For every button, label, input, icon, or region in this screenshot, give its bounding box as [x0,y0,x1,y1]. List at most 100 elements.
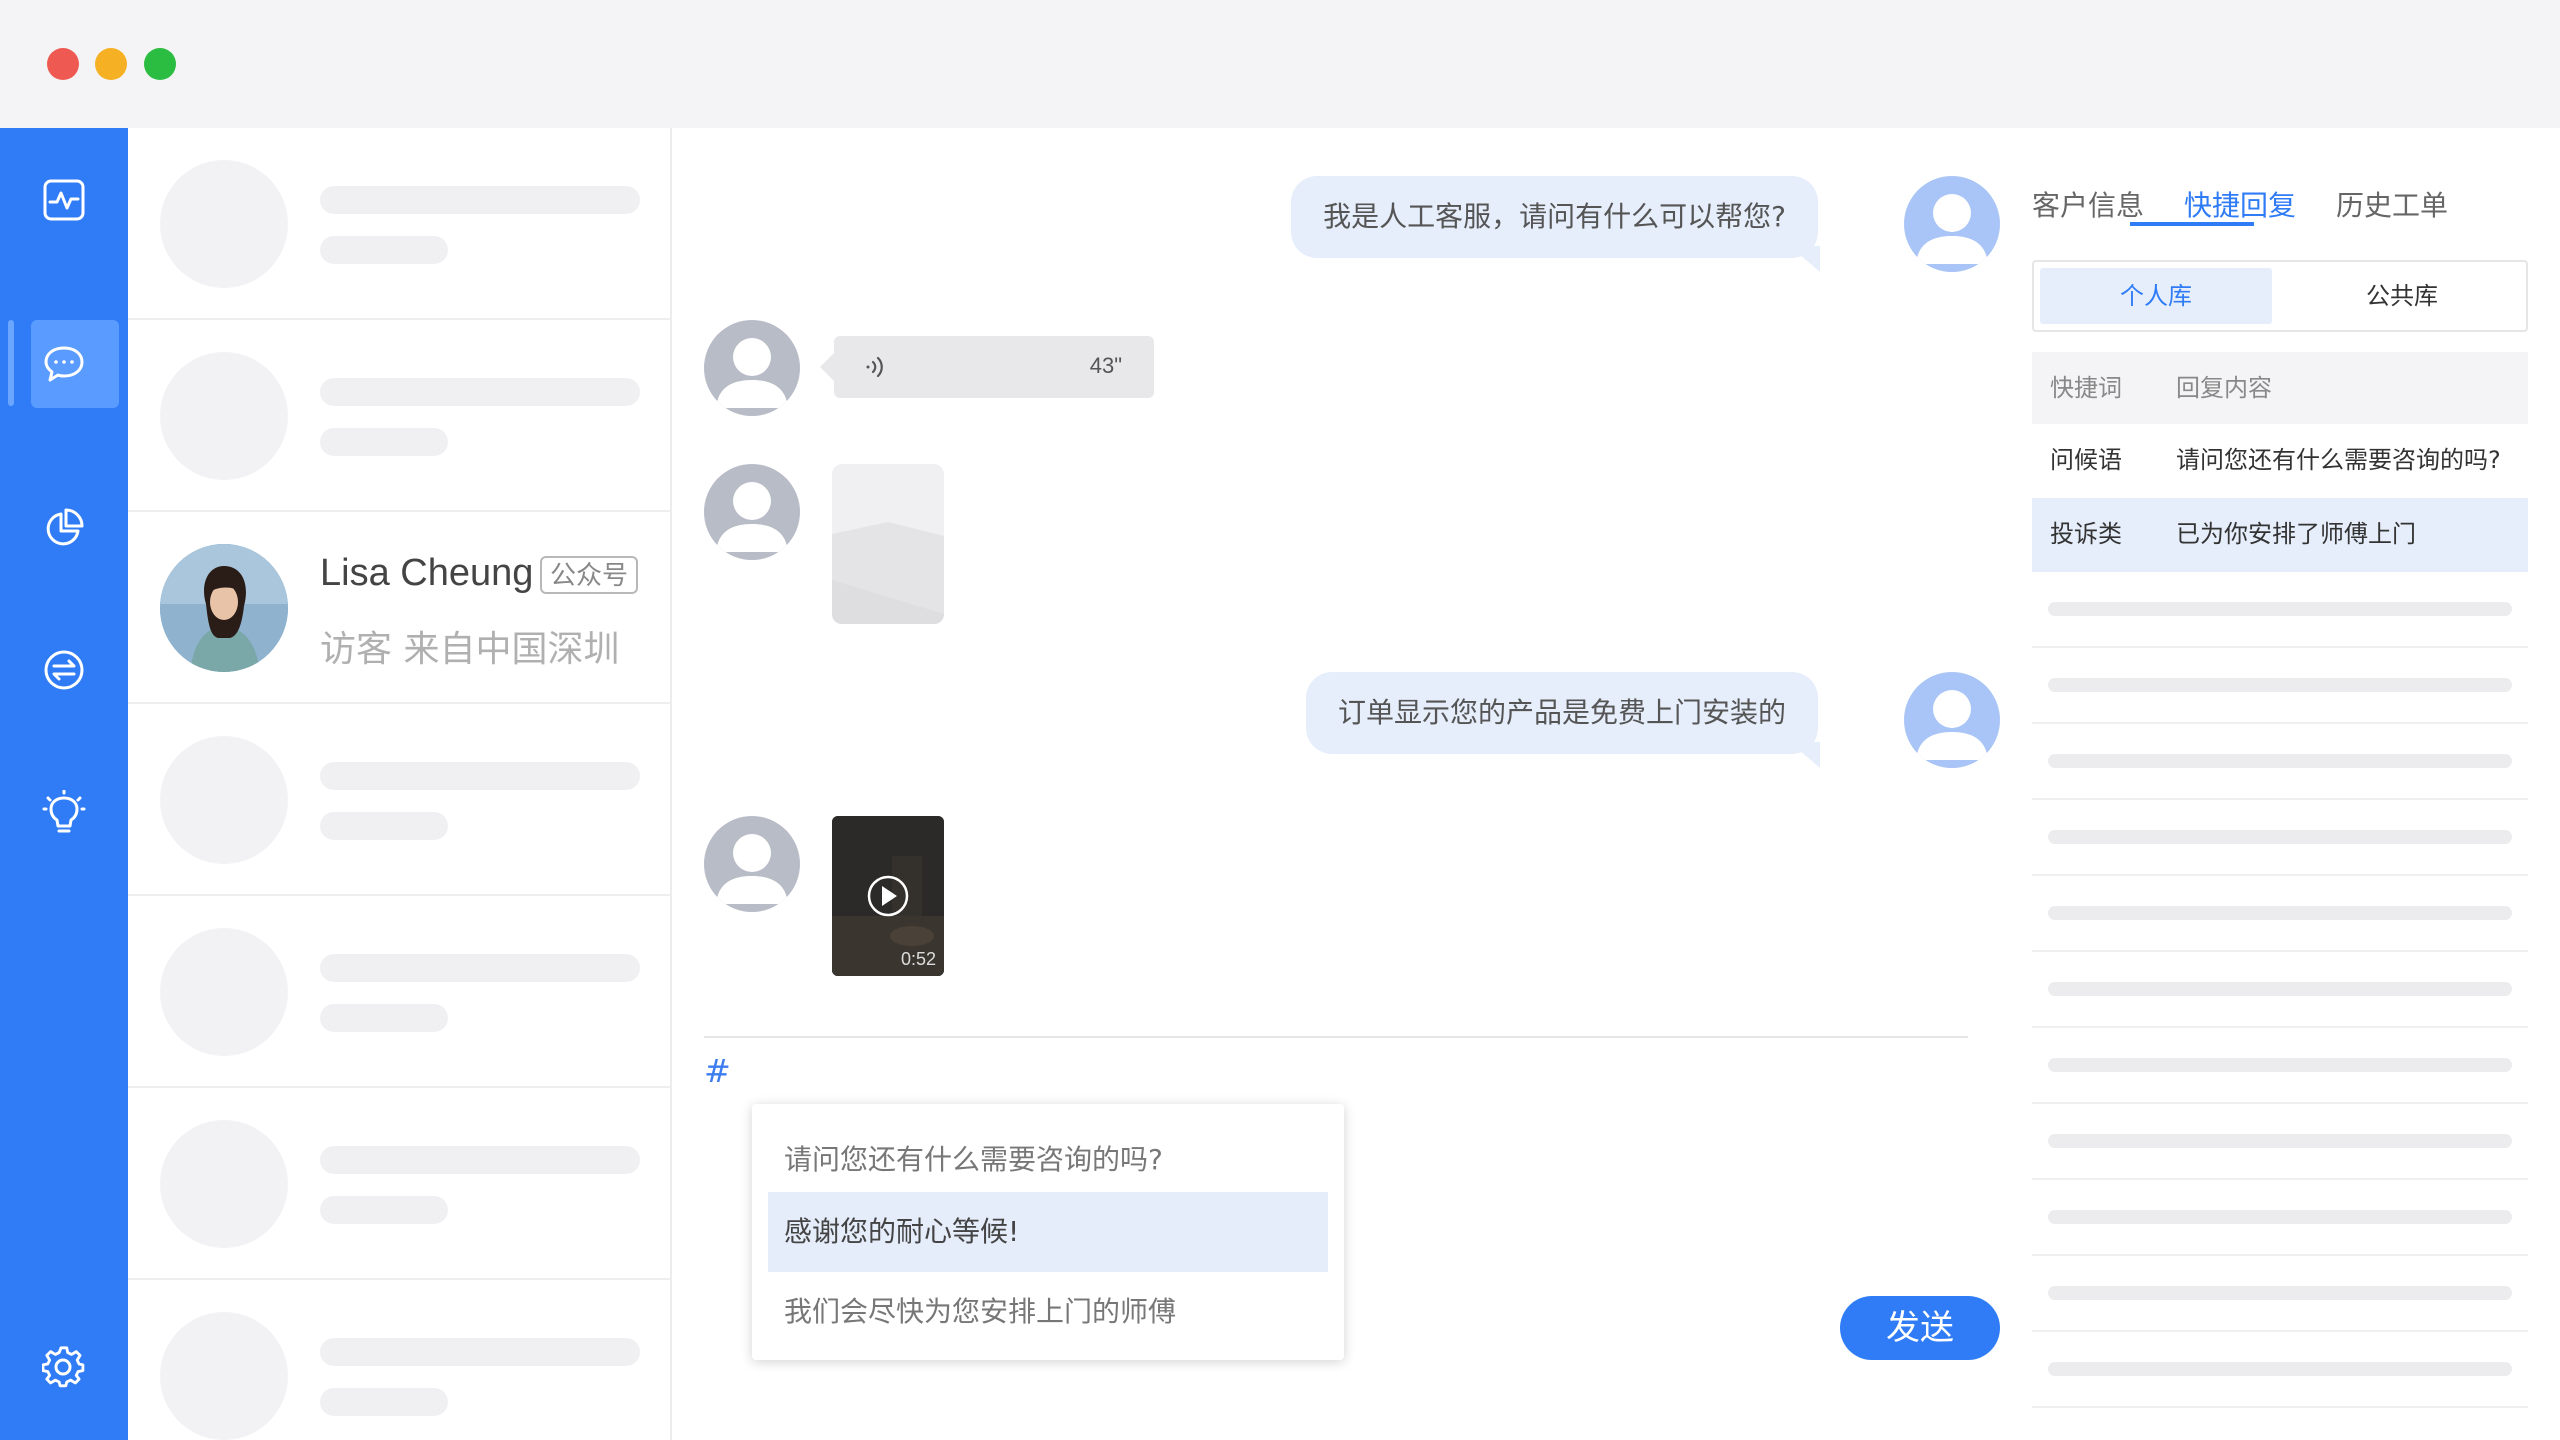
text-placeholder [320,1338,640,1366]
user-icon [1916,690,1988,760]
gear-icon [42,1346,85,1388]
row-content: 已为你安排了师傅上门 [2176,520,2416,548]
text-placeholder [320,762,640,790]
avatar-placeholder [160,1120,288,1248]
conversation-item[interactable] [128,1088,672,1280]
row-keyword: 问候语 [2050,446,2122,474]
avatar-placeholder [160,928,288,1056]
suggestion-item[interactable]: 请问您还有什么需要咨询的吗? [768,1120,1328,1200]
tab-history-tickets[interactable]: 历史工单 [2336,184,2448,224]
table-row-placeholder [2032,1332,2528,1408]
conversation-item-active[interactable]: Lisa Cheung 公众号 访客 来自中国深圳 [128,512,672,704]
avatar [160,544,288,672]
user-icon [716,338,788,408]
maximize-window-button[interactable] [144,48,176,80]
column-header-content: 回复内容 [2176,374,2272,402]
text-placeholder [320,378,640,406]
image-message[interactable] [832,464,944,624]
quick-reply-table-header: 快捷词 回复内容 [2032,352,2528,424]
table-row-placeholder [2032,724,2528,800]
table-row-placeholder [2032,952,2528,1028]
sidebar-item-activity[interactable] [38,174,90,226]
public-library-button[interactable]: 公共库 [2286,268,2518,324]
transfer-icon [44,650,84,690]
table-row-placeholder [2032,1256,2528,1332]
text-placeholder [320,954,640,982]
message-bubble-agent: 订单显示您的产品是免费上门安装的 [1305,672,1821,768]
image-placeholder-icon [832,522,944,624]
chat-bubble-icon [44,346,84,382]
main-sidebar [0,128,128,1440]
conversation-item[interactable] [128,704,672,896]
table-row-placeholder [2032,800,2528,876]
table-row[interactable]: 问候语 请问您还有什么需要咨询的吗? [2032,424,2528,498]
customer-avatar [704,464,800,560]
minimize-window-button[interactable] [95,48,127,80]
lightbulb-icon [42,790,86,833]
sidebar-item-ideas[interactable] [38,788,90,840]
table-row-placeholder [2032,648,2528,724]
avatar-placeholder [160,736,288,864]
conversation-item[interactable] [128,896,672,1088]
text-placeholder [320,186,640,214]
voice-duration: 43" [1089,353,1122,378]
table-row-highlighted[interactable]: 投诉类 已为你安排了师傅上门 [2032,498,2528,572]
sidebar-item-stats[interactable] [38,502,90,554]
conversation-item[interactable] [128,320,672,512]
text-placeholder [320,1146,640,1174]
table-row-placeholder [2032,876,2528,952]
user-icon [716,834,788,904]
text-placeholder [320,428,448,456]
suggestion-item[interactable]: 我们会尽快为您安排上门的师傅 [768,1272,1328,1352]
tab-customer-info[interactable]: 客户信息 [2032,184,2144,224]
user-icon [1916,194,1988,264]
conversation-item[interactable] [128,1280,672,1440]
message-bubble-agent: 我是人工客服，请问有什么可以帮您? [1291,176,1820,272]
conversation-item[interactable] [128,128,672,320]
sidebar-item-transfer[interactable] [38,644,90,696]
sidebar-item-chat[interactable] [38,338,90,390]
close-window-button[interactable] [47,48,79,80]
customer-avatar [704,816,800,912]
activity-icon [43,179,85,221]
right-panel: 客户信息 快捷回复 历史工单 个人库 公共库 快捷词 回复内容 问候语 请问您还… [2000,128,2560,1440]
agent-avatar [1904,672,2000,768]
video-duration: 0:52 [900,949,936,969]
text-placeholder [320,236,448,264]
title-bar [0,0,2560,128]
contact-name: Lisa Cheung [320,552,534,594]
video-message[interactable]: 0:52 [832,816,944,976]
send-button[interactable]: 发送 [1840,1296,2000,1360]
chat-panel: 我是人工客服，请问有什么可以帮您? 43" 订单显示您的产品是免费上门安装的 0… [672,128,2000,1440]
message-input[interactable]: # [704,1052,731,1090]
row-content: 请问您还有什么需要咨询的吗? [2176,446,2501,474]
user-icon [716,482,788,552]
table-row-placeholder [2032,1180,2528,1256]
avatar-placeholder [160,352,288,480]
row-keyword: 投诉类 [2050,520,2122,548]
table-row-placeholder [2032,572,2528,648]
personal-library-button[interactable]: 个人库 [2040,268,2272,324]
active-indicator [8,320,14,406]
composer-divider [704,1036,1968,1038]
suggestion-item-selected[interactable]: 感谢您的耐心等候! [768,1192,1328,1272]
sidebar-item-settings[interactable] [38,1342,90,1394]
quick-reply-suggestions: 请问您还有什么需要咨询的吗? 感谢您的耐心等候! 我们会尽快为您安排上门的师傅 [752,1104,1344,1360]
channel-badge: 公众号 [540,556,639,594]
pie-chart-icon [46,508,84,546]
agent-avatar [1904,176,2000,272]
text-placeholder [320,1196,448,1224]
table-row-placeholder [2032,1028,2528,1104]
voice-wave-icon [866,356,883,378]
voice-message[interactable]: 43" [820,336,1154,398]
column-header-keyword: 快捷词 [2050,374,2122,402]
text-placeholder [320,812,448,840]
avatar-placeholder [160,1312,288,1440]
text-placeholder [320,1388,448,1416]
text-placeholder [320,1004,448,1032]
customer-avatar [704,320,800,416]
tab-quick-reply[interactable]: 快捷回复 [2184,184,2296,224]
active-tab-underline [2130,222,2254,226]
avatar-placeholder [160,160,288,288]
table-row-placeholder [2032,1104,2528,1180]
